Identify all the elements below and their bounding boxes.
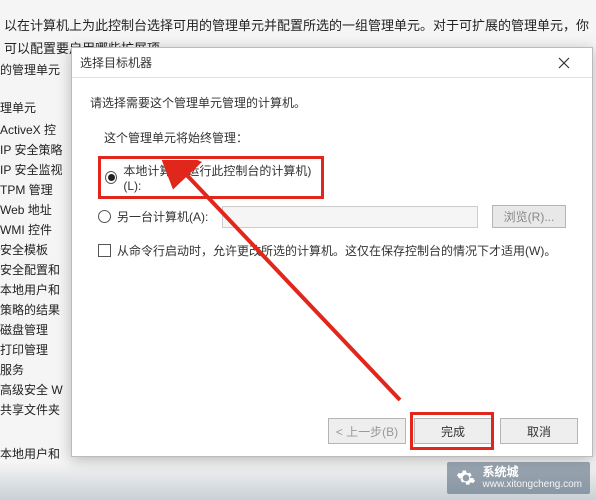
finish-button[interactable]: 完成 <box>414 418 492 444</box>
checkbox-label: 从命令行启动时，允许更改所选的计算机。这仅在保存控制台的情况下才适用(W)。 <box>117 242 556 259</box>
checkbox-icon <box>98 244 111 257</box>
browse-button: 浏览(R)... <box>492 205 566 228</box>
close-button[interactable] <box>544 49 584 77</box>
list-item: 安全模板 <box>0 240 75 260</box>
list-item: 打印管理 <box>0 340 75 360</box>
bg-section2: 理单元 <box>0 98 75 118</box>
list-item: 服务 <box>0 360 75 380</box>
back-button: < 上一步(B) <box>328 418 406 444</box>
list-item: Web 地址 <box>0 200 75 220</box>
dialog-subhead: 这个管理单元将始终管理： <box>104 129 574 146</box>
list-item: 本地用户和 <box>0 280 75 300</box>
radio-icon <box>105 171 117 184</box>
list-item: 本地用户和 <box>0 444 75 464</box>
gear-icon <box>455 467 477 489</box>
list-item: 安全配置和 <box>0 260 75 280</box>
close-icon <box>558 57 570 69</box>
other-computer-input <box>222 206 478 228</box>
list-item: 高级安全 W <box>0 380 75 400</box>
watermark-brand: 系统城 <box>483 466 583 479</box>
radio-icon <box>98 210 111 223</box>
watermark-url: www.xitongcheng.com <box>483 479 583 490</box>
dialog-titlebar: 选择目标机器 <box>72 48 592 78</box>
allow-change-checkbox-row[interactable]: 从命令行启动时，允许更改所选的计算机。这仅在保存控制台的情况下才适用(W)。 <box>98 242 566 259</box>
radio-local-computer[interactable]: 本地计算机(运行此控制台的计算机)(L): <box>98 156 324 199</box>
list-item: ActiveX 控 <box>0 120 75 140</box>
list-item: 共享文件夹 <box>0 400 75 420</box>
list-item: IP 安全监视 <box>0 160 75 180</box>
radio-another-computer[interactable]: 另一台计算机(A): <box>98 208 208 225</box>
cancel-button[interactable]: 取消 <box>500 418 578 444</box>
radio-local-label: 本地计算机(运行此控制台的计算机)(L): <box>123 162 317 193</box>
dialog-title: 选择目标机器 <box>80 54 152 71</box>
radio-other-label: 另一台计算机(A): <box>117 208 208 225</box>
list-item: IP 安全策略 <box>0 140 75 160</box>
list-item: WMI 控件 <box>0 220 75 240</box>
background-sidebar: 的管理单元 理单元 ActiveX 控 IP 安全策略 IP 安全监视 TPM … <box>0 90 75 464</box>
list-item: TPM 管理 <box>0 180 75 200</box>
bg-section1: 的管理单元 <box>0 60 75 80</box>
list-item: 磁盘管理 <box>0 320 75 340</box>
list-item: 策略的结果 <box>0 300 75 320</box>
target-computer-dialog: 选择目标机器 请选择需要这个管理单元管理的计算机。 这个管理单元将始终管理： 本… <box>71 47 593 457</box>
dialog-prompt: 请选择需要这个管理单元管理的计算机。 <box>90 94 574 111</box>
watermark: 系统城 www.xitongcheng.com <box>447 462 591 494</box>
